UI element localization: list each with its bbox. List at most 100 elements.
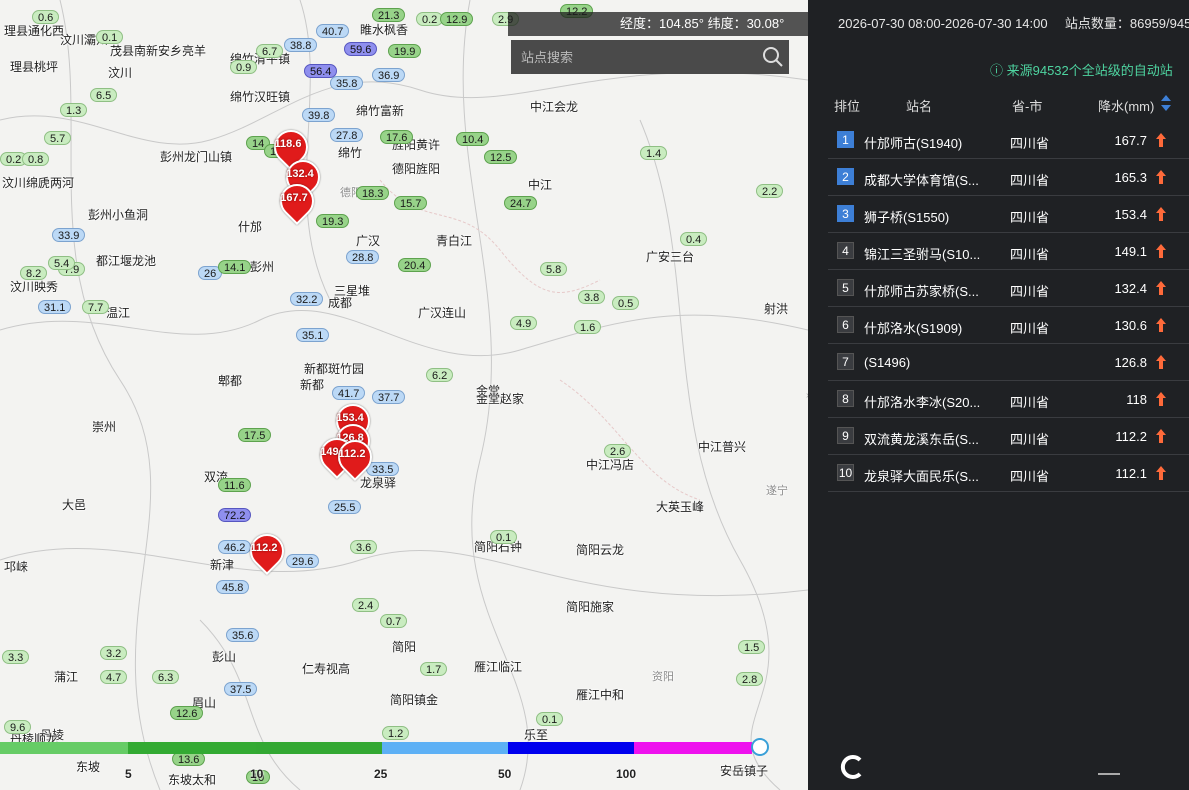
station-rain-badge[interactable]: 45.8: [216, 580, 250, 594]
station-rain-badge[interactable]: 14.1: [218, 260, 252, 274]
rank-badge: 10: [837, 464, 854, 481]
station-rain-badge[interactable]: 0.8: [22, 152, 50, 166]
station-rain-badge[interactable]: 35.6: [226, 628, 260, 642]
station-rain-badge[interactable]: 32.2: [290, 292, 324, 306]
station-rain-badge[interactable]: 12.9: [440, 12, 474, 26]
station-rain-badge[interactable]: 24.7: [504, 196, 538, 210]
station-rain-badge[interactable]: 37.7: [372, 390, 406, 404]
station-rain-badge[interactable]: 5.7: [44, 131, 72, 145]
station-rain-badge[interactable]: 12.6: [170, 706, 204, 720]
station-rain-badge[interactable]: 7.7: [82, 300, 110, 314]
station-rain-badge[interactable]: 6.7: [256, 44, 284, 58]
station-rain-badge[interactable]: 3.6: [350, 540, 378, 554]
station-rain-badge[interactable]: 9.6: [4, 720, 32, 734]
sort-icon[interactable]: [1160, 94, 1172, 112]
station-rain-badge[interactable]: 2.2: [756, 184, 784, 198]
station-rain-badge[interactable]: 6.3: [152, 670, 180, 684]
ranking-row[interactable]: 6 什邡洛水(S1909) 四川省 130.6: [828, 307, 1189, 344]
ranking-row[interactable]: 2 成都大学体育馆(S... 四川省 165.3: [828, 159, 1189, 196]
station-rain-badge[interactable]: 3.2: [100, 646, 128, 660]
station-rain-badge[interactable]: 17.5: [238, 428, 272, 442]
station-rain-badge[interactable]: 56.4: [304, 64, 338, 78]
station-rain-badge[interactable]: 10.4: [456, 132, 490, 146]
station-rain-badge[interactable]: 2.4: [352, 598, 380, 612]
station-rain-badge[interactable]: 0.5: [612, 296, 640, 310]
station-rain-badge[interactable]: 37.5: [224, 682, 258, 696]
station-rain-badge[interactable]: 20.4: [398, 258, 432, 272]
ranking-row[interactable]: 1 什邡师古(S1940) 四川省 167.7: [828, 122, 1189, 159]
station-rain-badge[interactable]: 4.7: [100, 670, 128, 684]
station-rain-badge[interactable]: 29.6: [286, 554, 320, 568]
ranking-row[interactable]: 4 锦江三圣驸马(S10... 四川省 149.1: [828, 233, 1189, 270]
search-icon[interactable]: [760, 44, 786, 70]
station-rain-badge[interactable]: 0.4: [680, 232, 708, 246]
station-rain-badge[interactable]: 40.7: [316, 24, 350, 38]
ranking-row[interactable]: 7 (S1496) 126.8: [828, 344, 1189, 381]
station-rain-badge[interactable]: 2.8: [736, 672, 764, 686]
map-control-icon[interactable]: [838, 752, 868, 782]
station-rain-badge[interactable]: 3.3: [2, 650, 30, 664]
station-rain-badge[interactable]: 33.9: [52, 228, 86, 242]
station-rain-badge[interactable]: 6.2: [426, 368, 454, 382]
place-label: 资阳: [652, 671, 674, 683]
station-rain-badge[interactable]: 21.3: [372, 8, 406, 22]
place-label: 都江堰龙池: [96, 254, 157, 268]
station-rain-badge[interactable]: 2.6: [604, 444, 632, 458]
legend-slider-handle[interactable]: [751, 738, 769, 756]
station-rain-badge[interactable]: 28.8: [346, 250, 380, 264]
station-rain-badge[interactable]: 1.4: [640, 146, 668, 160]
station-rain-badge[interactable]: 12.5: [484, 150, 518, 164]
ranking-row[interactable]: 10 龙泉驿大面民乐(S... 四川省 112.1: [828, 455, 1189, 492]
station-rain-badge[interactable]: 1.5: [738, 640, 766, 654]
station-rain-badge[interactable]: 1.7: [420, 662, 448, 676]
station-rain-badge[interactable]: 13.6: [172, 752, 206, 766]
station-search-input[interactable]: [511, 40, 789, 74]
ranking-row[interactable]: 3 狮子桥(S1550) 四川省 153.4: [828, 196, 1189, 233]
station-rain-badge[interactable]: 0.9: [230, 60, 258, 74]
station-rain-badge[interactable]: 39.8: [302, 108, 336, 122]
place-label: 温江: [106, 306, 131, 320]
station-rain-badge[interactable]: 4.9: [510, 316, 538, 330]
station-rain-badge[interactable]: 31.1: [38, 300, 72, 314]
ranking-row[interactable]: 8 什邡洛水李冰(S20... 四川省 118: [828, 381, 1189, 418]
station-rain-badge[interactable]: 0.1: [96, 30, 124, 44]
station-rain-badge[interactable]: 1.2: [382, 726, 410, 740]
ranking-row[interactable]: 9 双流黄龙溪东岳(S... 四川省 112.2: [828, 418, 1189, 455]
station-rain-badge[interactable]: 36.9: [372, 68, 406, 82]
station-rain-badge[interactable]: 19.3: [316, 214, 350, 228]
station-rain-badge[interactable]: 15.7: [394, 196, 428, 210]
station-rain-badge[interactable]: 38.8: [284, 38, 318, 52]
station-rain-badge[interactable]: 35.1: [296, 328, 330, 342]
station-rain-badge[interactable]: 3.8: [578, 290, 606, 304]
station-rain-badge[interactable]: 19.9: [388, 44, 422, 58]
station-rain-badge[interactable]: 6.5: [90, 88, 118, 102]
station-rain-badge[interactable]: 72.2: [218, 508, 252, 522]
station-rain-badge[interactable]: 11.6: [218, 478, 251, 492]
station-rain-badge[interactable]: 35.8: [330, 76, 364, 90]
rainfall-map[interactable]: 理县通化西 理县桃坪 汶川灞州 汶川 茂县南新安乡亮羊 绵竹清平镇 绵竹汉旺镇 绵竹富新 睢水枫…: [0, 0, 808, 790]
station-rain-badge[interactable]: 5.4: [48, 256, 76, 270]
station-rain-badge[interactable]: 0.1: [536, 712, 564, 726]
station-rain-badge[interactable]: 59.6: [344, 42, 378, 56]
station-rain-badge[interactable]: 41.7: [332, 386, 366, 400]
place-label: 茂县南新安乡亮羊: [110, 44, 207, 58]
place-label: 简阳镇金: [390, 693, 439, 707]
station-rain-badge[interactable]: 33.5: [366, 462, 400, 476]
source-notice[interactable]: ⓘ 来源94532个全站级的自动站: [990, 60, 1173, 79]
station-rain-badge[interactable]: 5.8: [540, 262, 568, 276]
trend-up-icon: [1156, 429, 1166, 443]
station-rain-badge[interactable]: 1.3: [60, 103, 88, 117]
station-rain-badge[interactable]: 0.6: [32, 10, 60, 24]
place-label: 大英玉峰: [656, 500, 705, 514]
station-rain-badge[interactable]: 17.6: [380, 130, 414, 144]
station-rain-badge[interactable]: 1.6: [574, 320, 602, 334]
station-rain-badge[interactable]: 25.5: [328, 500, 362, 514]
station-rain-badge[interactable]: 0.1: [490, 530, 518, 544]
station-rain-badge[interactable]: 27.8: [330, 128, 364, 142]
ranking-row[interactable]: 5 什邡师古苏家桥(S... 四川省 132.4: [828, 270, 1189, 307]
legend-segment: [634, 742, 752, 754]
station-rain-badge[interactable]: 0.7: [380, 614, 408, 628]
col-rain[interactable]: 降水(mm): [1098, 96, 1154, 115]
station-rain-badge[interactable]: 8.2: [20, 266, 48, 280]
station-rain-badge[interactable]: 18.3: [356, 186, 390, 200]
